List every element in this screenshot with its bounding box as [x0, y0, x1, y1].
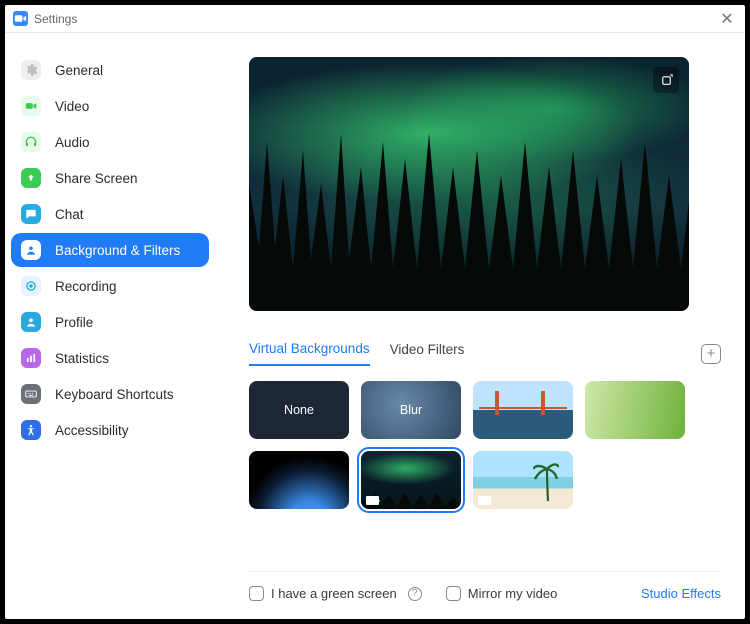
sidebar-item-share-screen[interactable]: Share Screen: [11, 161, 209, 195]
recording-icon: [21, 276, 41, 296]
tab-video-filters[interactable]: Video Filters: [390, 342, 465, 365]
green-screen-checkbox[interactable]: I have a green screen ?: [249, 586, 422, 601]
sidebar-item-label: Share Screen: [55, 171, 138, 186]
window-body: General Video Audio Share Screen: [5, 33, 745, 619]
sidebar-item-accessibility[interactable]: Accessibility: [11, 413, 209, 447]
thumb-beach[interactable]: [473, 451, 573, 509]
mirror-video-checkbox[interactable]: Mirror my video: [446, 586, 558, 601]
checkbox-box: [249, 586, 264, 601]
sidebar-item-label: Background & Filters: [55, 243, 180, 258]
thumb-earth[interactable]: [249, 451, 349, 509]
rotate-camera-button[interactable]: [653, 67, 679, 93]
sidebar-item-label: General: [55, 63, 103, 78]
thumb-label: Blur: [400, 403, 422, 417]
sidebar-item-label: Chat: [55, 207, 84, 222]
settings-window: Settings ✕ General Video Audio: [5, 5, 745, 619]
thumb-grass[interactable]: [585, 381, 685, 439]
video-preview: [249, 57, 689, 311]
footer-bar: I have a green screen ? Mirror my video …: [249, 571, 721, 619]
sidebar-item-general[interactable]: General: [11, 53, 209, 87]
sidebar-item-recording[interactable]: Recording: [11, 269, 209, 303]
background-thumbnails: None Blur: [249, 381, 699, 509]
thumb-golden-gate[interactable]: [473, 381, 573, 439]
sidebar-item-label: Keyboard Shortcuts: [55, 387, 174, 402]
checkbox-box: [446, 586, 461, 601]
profile-icon: [21, 312, 41, 332]
sidebar-item-keyboard-shortcuts[interactable]: Keyboard Shortcuts: [11, 377, 209, 411]
thumb-label: None: [284, 403, 314, 417]
thumb-aurora[interactable]: [361, 451, 461, 509]
thumb-blur[interactable]: Blur: [361, 381, 461, 439]
gear-icon: [21, 60, 41, 80]
close-button[interactable]: ✕: [717, 9, 737, 29]
sidebar-item-label: Audio: [55, 135, 90, 150]
sidebar-item-video[interactable]: Video: [11, 89, 209, 123]
add-background-button[interactable]: +: [701, 344, 721, 364]
window-title: Settings: [34, 12, 77, 26]
thumb-none[interactable]: None: [249, 381, 349, 439]
sidebar-item-label: Profile: [55, 315, 93, 330]
headphones-icon: [21, 132, 41, 152]
checkbox-label: Mirror my video: [468, 586, 558, 601]
checkbox-label: I have a green screen: [271, 586, 397, 601]
zoom-app-icon: [13, 11, 28, 26]
video-camera-icon: [21, 96, 41, 116]
sidebar-item-label: Accessibility: [55, 423, 129, 438]
sidebar: General Video Audio Share Screen: [5, 33, 215, 619]
video-badge-icon: [366, 496, 379, 505]
treeline: [249, 57, 689, 311]
video-badge-icon: [478, 496, 491, 505]
background-filters-icon: [21, 240, 41, 260]
chat-bubble-icon: [21, 204, 41, 224]
sidebar-item-label: Video: [55, 99, 89, 114]
statistics-icon: [21, 348, 41, 368]
title-bar: Settings ✕: [5, 5, 745, 33]
sidebar-item-label: Statistics: [55, 351, 109, 366]
sidebar-item-statistics[interactable]: Statistics: [11, 341, 209, 375]
sidebar-item-profile[interactable]: Profile: [11, 305, 209, 339]
main-panel: Virtual Backgrounds Video Filters + None…: [215, 33, 745, 619]
accessibility-icon: [21, 420, 41, 440]
sidebar-item-background-filters[interactable]: Background & Filters: [11, 233, 209, 267]
sidebar-item-label: Recording: [55, 279, 117, 294]
studio-effects-link[interactable]: Studio Effects: [641, 586, 721, 601]
preview-image: [249, 57, 689, 311]
sidebar-item-audio[interactable]: Audio: [11, 125, 209, 159]
sidebar-item-chat[interactable]: Chat: [11, 197, 209, 231]
tab-virtual-backgrounds[interactable]: Virtual Backgrounds: [249, 341, 370, 366]
share-screen-icon: [21, 168, 41, 188]
keyboard-icon: [21, 384, 41, 404]
help-icon[interactable]: ?: [408, 587, 422, 601]
tabs: Virtual Backgrounds Video Filters +: [249, 341, 721, 367]
